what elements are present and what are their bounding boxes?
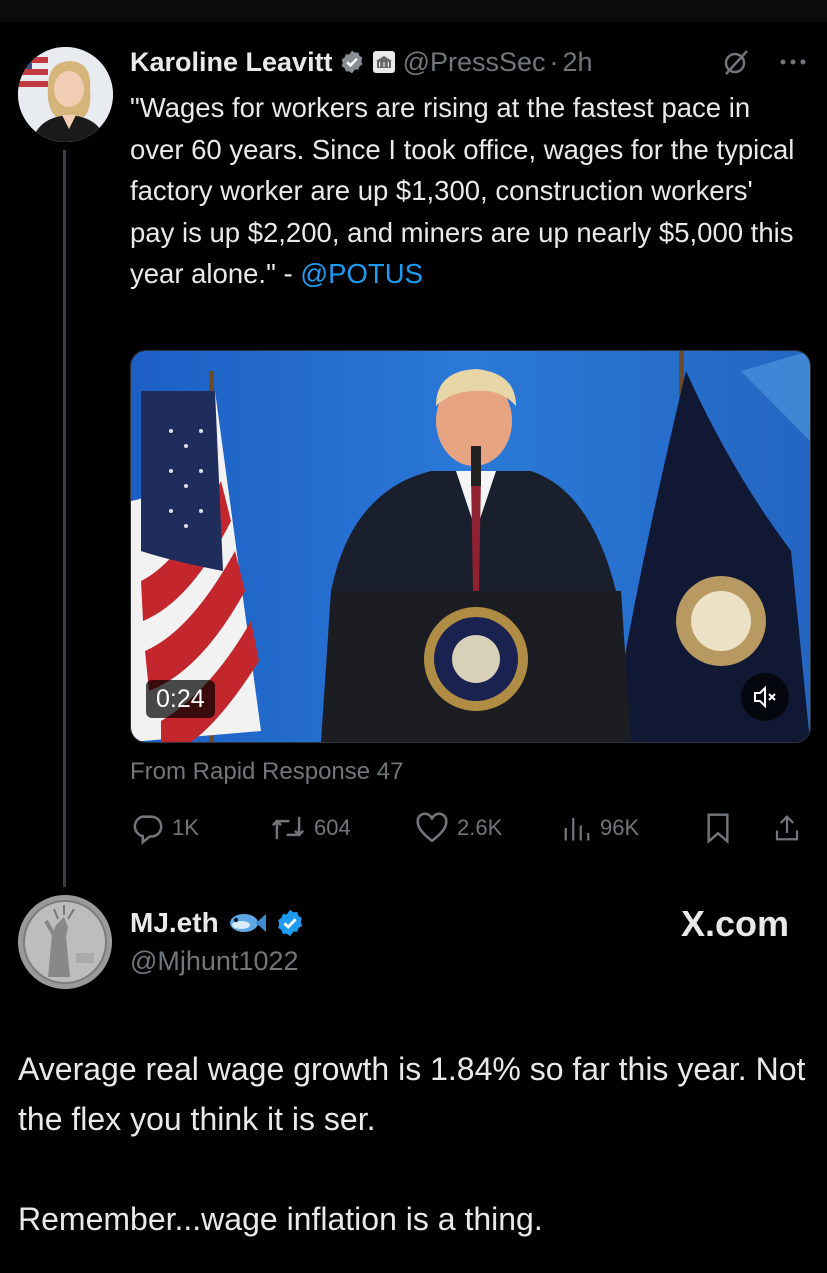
more-icon[interactable] <box>779 57 807 67</box>
like-count: 2.6K <box>457 815 503 840</box>
reply-header: MJ.eth <box>130 904 305 942</box>
mute-icon[interactable] <box>741 673 789 721</box>
reply-author-name[interactable]: MJ.eth <box>130 907 219 939</box>
tweet-time[interactable]: 2h <box>563 47 593 78</box>
views-count: 96K <box>600 815 640 840</box>
tweet-header: Karoline Leavitt @PressSec · 2h <box>130 44 593 80</box>
mention-link[interactable]: @POTUS <box>300 258 423 289</box>
reply-text-line2: Remember...wage inflation is a thing. <box>18 1201 543 1237</box>
grok-icon[interactable] <box>721 47 751 77</box>
reply-text: Average real wage growth is 1.84% so far… <box>18 1044 808 1244</box>
video-frame <box>131 351 810 742</box>
author-handle[interactable]: @PressSec <box>403 47 546 78</box>
tweet-actions: 1K 604 2.6K 96K <box>130 808 810 848</box>
views-icon <box>564 818 590 841</box>
tweet-text: "Wages for workers are rising at the fas… <box>130 87 800 295</box>
thread-line <box>63 150 66 887</box>
share-icon[interactable] <box>772 812 802 844</box>
status-bar <box>0 0 827 22</box>
handle-separator: · <box>549 46 559 77</box>
fish-emoji-icon <box>229 914 266 932</box>
verified-icon <box>341 50 362 74</box>
header-actions <box>721 44 807 80</box>
like-button[interactable]: 2.6K <box>415 808 502 848</box>
reply-count: 1K <box>172 815 199 840</box>
video-source[interactable]: From Rapid Response 47 <box>130 758 403 786</box>
video-player[interactable] <box>130 350 811 743</box>
tweet-text-body: "Wages for workers are rising at the fas… <box>130 92 795 289</box>
author-avatar[interactable] <box>18 47 113 142</box>
author-name[interactable]: Karoline Leavitt <box>130 47 333 78</box>
x-watermark: X.com <box>680 903 789 944</box>
repost-count: 604 <box>314 815 351 840</box>
repost-button[interactable]: 604 <box>270 808 351 848</box>
white-house-badge-icon <box>372 51 395 73</box>
reply-icon <box>133 815 163 845</box>
bookmark-icon[interactable] <box>704 812 732 844</box>
reply-author-avatar[interactable] <box>18 895 112 989</box>
views-button[interactable]: 96K <box>562 808 639 848</box>
verified-icon <box>277 909 302 937</box>
reply-button[interactable]: 1K <box>130 808 199 848</box>
reply-author-handle[interactable]: @Mjhunt1022 <box>130 946 299 977</box>
video-duration: 0:24 <box>146 680 215 718</box>
repost-icon <box>271 816 305 840</box>
reply-text-line1: Average real wage growth is 1.84% so far… <box>18 1051 806 1137</box>
like-icon <box>416 812 448 843</box>
